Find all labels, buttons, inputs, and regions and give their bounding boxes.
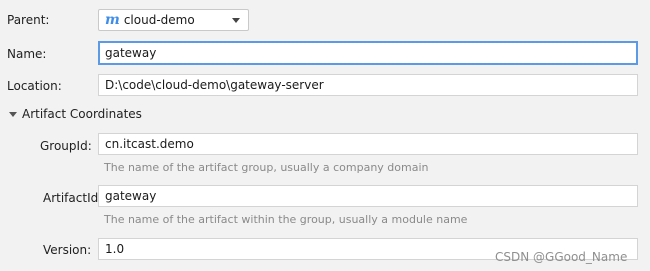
artifact-section-title[interactable]: Artifact Coordinates <box>22 107 142 121</box>
groupid-field-value: cn.itcast.demo <box>105 137 194 151</box>
name-label: Name: <box>7 47 47 61</box>
parent-dropdown[interactable]: m cloud-demo <box>98 9 249 31</box>
parent-dropdown-value: cloud-demo <box>123 13 195 27</box>
groupid-field[interactable]: cn.itcast.demo <box>98 133 638 155</box>
artifactid-field-value: gateway <box>105 189 157 203</box>
artifactid-label: ArtifactId: <box>43 191 103 205</box>
version-field-value: 1.0 <box>105 242 125 256</box>
artifactid-field[interactable]: gateway <box>98 185 638 207</box>
groupid-hint: The name of the artifact group, usually … <box>104 161 429 174</box>
maven-module-icon: m <box>105 12 120 28</box>
artifactid-hint: The name of the artifact within the grou… <box>104 213 468 226</box>
parent-label: Parent: <box>7 13 50 27</box>
collapse-triangle-icon[interactable] <box>9 112 17 117</box>
location-field[interactable]: D:\code\cloud-demo\gateway-server <box>98 74 638 96</box>
name-field[interactable]: gateway <box>98 41 638 65</box>
csdn-watermark: CSDN @GGood_Name <box>495 250 628 264</box>
groupid-label: GroupId: <box>40 139 92 153</box>
location-field-value: D:\code\cloud-demo\gateway-server <box>105 78 324 92</box>
version-label: Version: <box>43 243 92 257</box>
name-field-value: gateway <box>105 46 157 60</box>
location-label: Location: <box>7 79 62 93</box>
chevron-down-icon[interactable] <box>232 18 240 23</box>
